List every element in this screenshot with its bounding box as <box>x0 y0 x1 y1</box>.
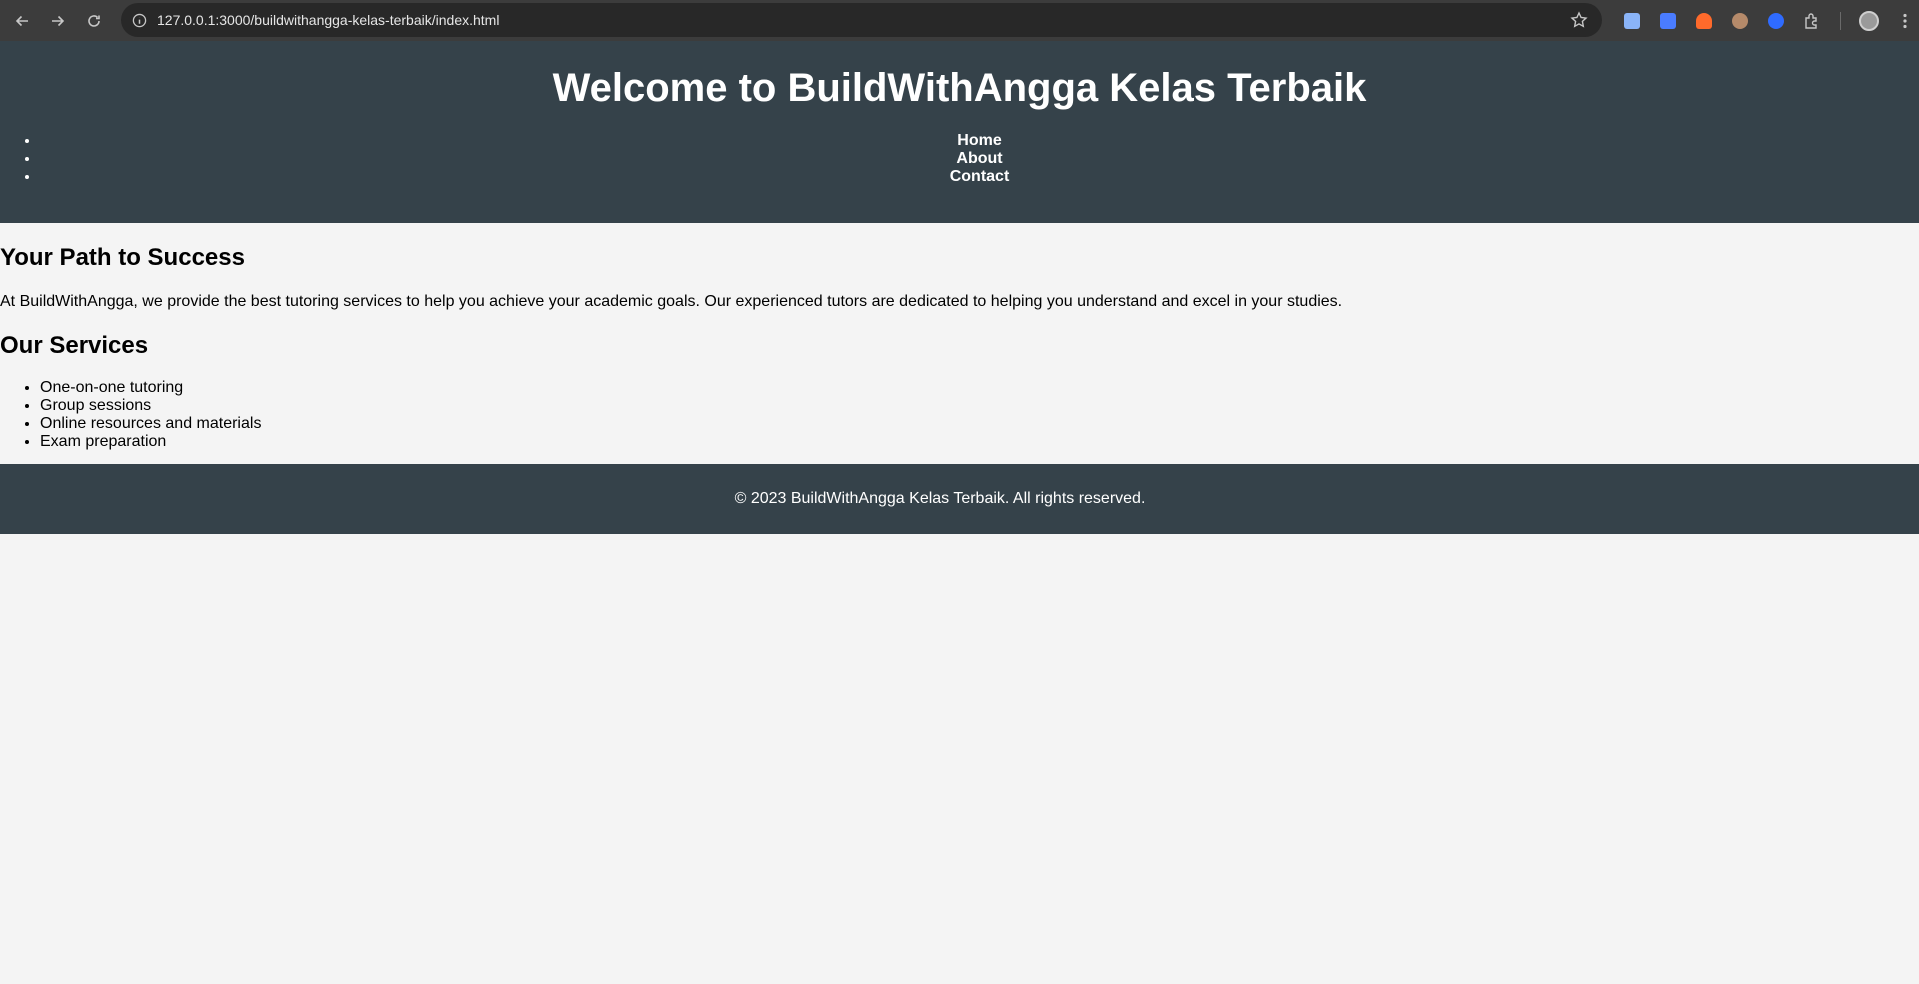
main-nav: Home About Contact <box>0 132 1919 186</box>
page-title: Welcome to BuildWithAngga Kelas Terbaik <box>552 66 1367 110</box>
url-text[interactable]: 127.0.0.1:3000/buildwithangga-kelas-terb… <box>157 12 499 28</box>
puzzle-extensions-icon[interactable] <box>1794 3 1830 39</box>
profile-avatar[interactable] <box>1851 3 1887 39</box>
nav-item-home: Home <box>40 132 1919 150</box>
list-item: One-on-one tutoring <box>40 379 1919 397</box>
nav-item-contact: Contact <box>40 168 1919 186</box>
nav-link-home[interactable]: Home <box>957 132 1001 149</box>
translate-extension-icon[interactable] <box>1650 3 1686 39</box>
site-header: Welcome to BuildWithAngga Kelas Terbaik … <box>0 41 1919 223</box>
reload-button[interactable] <box>76 3 112 39</box>
eyes-extension-icon[interactable] <box>1722 3 1758 39</box>
web-page: Welcome to BuildWithAngga Kelas Terbaik … <box>0 41 1919 984</box>
reload-icon <box>88 14 100 27</box>
avatar-icon <box>1859 10 1879 31</box>
toolbar-separator <box>1840 11 1841 30</box>
menu-button[interactable] <box>1887 3 1919 39</box>
main-content: Your Path to Success At BuildWithAngga, … <box>0 223 1919 451</box>
back-button[interactable] <box>4 3 40 39</box>
bookmark-star-icon[interactable] <box>1570 11 1588 29</box>
section-heading-success: Your Path to Success <box>0 244 245 271</box>
list-item: Exam preparation <box>40 433 1919 451</box>
arrow-right-icon <box>52 15 65 26</box>
nav-link-contact[interactable]: Contact <box>950 168 1010 185</box>
extensions-area <box>1614 0 1919 41</box>
address-bar[interactable]: 127.0.0.1:3000/buildwithangga-kelas-terb… <box>121 3 1602 37</box>
browser-toolbar: 127.0.0.1:3000/buildwithangga-kelas-terb… <box>0 0 1919 41</box>
services-list: One-on-one tutoring Group sessions Onlin… <box>0 360 1919 451</box>
site-info-icon[interactable] <box>129 10 149 30</box>
nav-list: Home About Contact <box>0 132 1919 186</box>
nav-link-about[interactable]: About <box>956 150 1002 167</box>
list-item: Online resources and materials <box>40 415 1919 433</box>
site-footer: © 2023 BuildWithAngga Kelas Terbaik. All… <box>0 464 1919 534</box>
footer-copyright: © 2023 BuildWithAngga Kelas Terbaik. All… <box>734 490 1146 507</box>
nav-item-about: About <box>40 150 1919 168</box>
arrow-left-icon <box>15 15 28 26</box>
fox-extension-icon[interactable] <box>1686 3 1722 39</box>
list-item: Group sessions <box>40 397 1919 415</box>
section-heading-services: Our Services <box>0 332 149 359</box>
intro-paragraph: At BuildWithAngga, we provide the best t… <box>0 293 1343 310</box>
kebab-menu-icon <box>1903 13 1907 28</box>
chat-extension-icon[interactable] <box>1758 3 1794 39</box>
docs-extension-icon[interactable] <box>1614 3 1650 39</box>
forward-button[interactable] <box>40 3 76 39</box>
browser-nav-group <box>4 3 112 39</box>
